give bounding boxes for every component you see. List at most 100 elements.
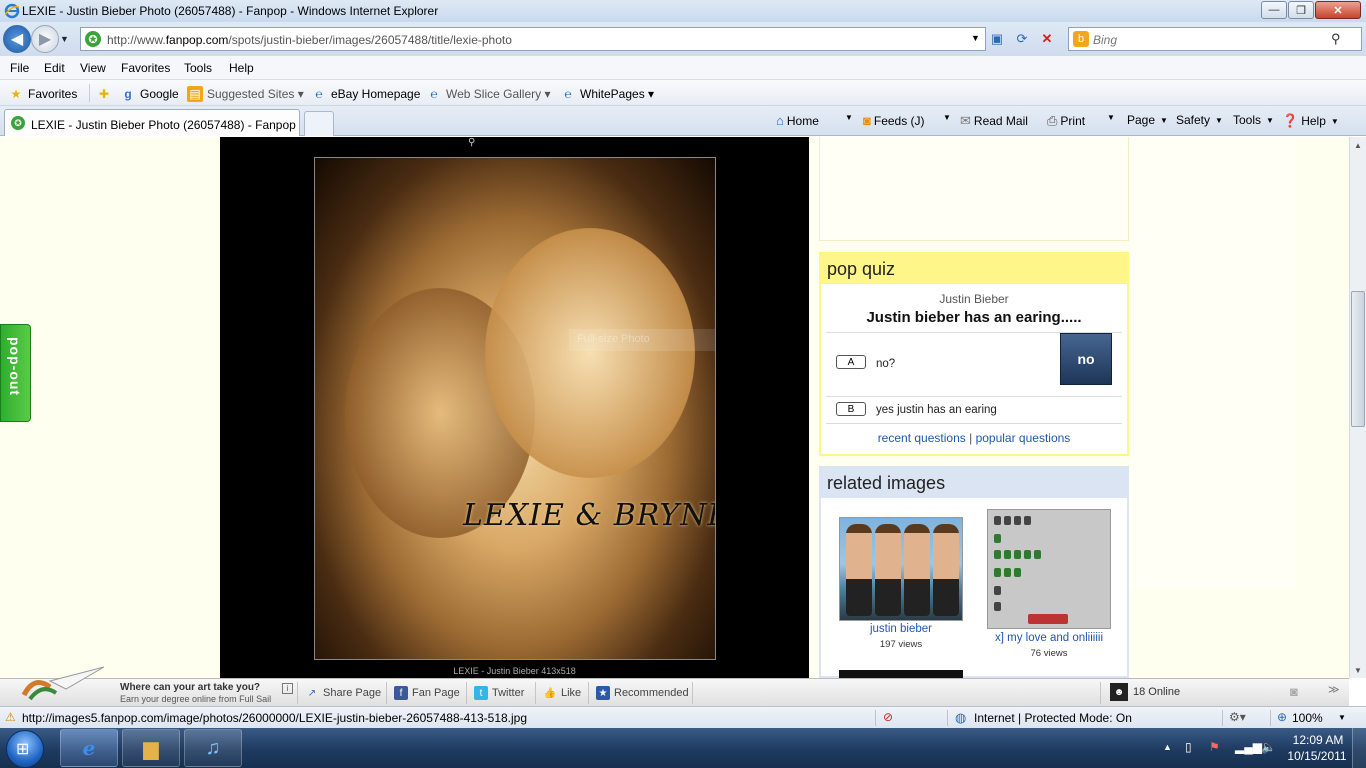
action-center-icon[interactable]: ⚑ [1209, 740, 1220, 754]
thumb-sprite [1024, 550, 1031, 559]
compatibility-view-icon[interactable]: ▣ [988, 30, 1006, 48]
share-page-button[interactable]: ↗ Share Page [305, 686, 381, 700]
maximize-button[interactable]: ❐ [1288, 1, 1314, 19]
fav-google[interactable]: g Google [120, 86, 178, 102]
show-desktop-button[interactable] [1352, 728, 1366, 768]
clock-date[interactable]: 10/15/2011 [1282, 749, 1352, 763]
answer-b-text[interactable]: yes justin has an earing [876, 404, 997, 416]
home-button[interactable]: ⌂ Home [776, 113, 819, 128]
related-image-thumb[interactable] [839, 517, 963, 621]
ad-info-icon[interactable]: i [282, 683, 293, 694]
feeds-dropdown-icon[interactable]: ▼ [941, 113, 951, 122]
show-hidden-icons-arrow-icon[interactable]: ▲ [1163, 742, 1172, 752]
minimize-button[interactable]: — [1261, 1, 1287, 19]
stop-icon[interactable]: ✕ [1038, 30, 1056, 48]
feeds-button[interactable]: ◙ Feeds (J) [863, 113, 925, 128]
online-count[interactable]: 18 Online [1133, 686, 1180, 698]
zoom-dropdown-icon[interactable]: ▼ [1338, 713, 1346, 722]
fav-ebay-homepage[interactable]: ℮ eBay Homepage [311, 86, 420, 102]
taskbar-internet-explorer[interactable]: e [60, 729, 118, 767]
thumb-sprite [1004, 550, 1011, 559]
search-input[interactable]: Bing [1093, 33, 1117, 47]
window-title-bar[interactable]: LEXIE - Justin Bieber Photo (26057488) -… [0, 0, 1366, 22]
back-button[interactable]: ◀ [3, 25, 31, 53]
recommended-button[interactable]: ★ Recommended [596, 686, 689, 700]
menu-file[interactable]: File [10, 61, 29, 75]
popup-blocker-icon[interactable]: ⊘ [883, 710, 893, 724]
refresh-icon[interactable]: ⟳ [1013, 30, 1031, 48]
read-mail-button[interactable]: ✉ Read Mail [960, 113, 1028, 129]
pop-out-tab[interactable]: pop-out [0, 324, 31, 422]
related-image-thumb[interactable] [839, 670, 963, 678]
menu-tools[interactable]: Tools [184, 61, 212, 75]
volume-icon[interactable]: 🔈 [1261, 740, 1276, 754]
related-image-title[interactable]: x] my love and onliiiiii [979, 632, 1119, 644]
divider [875, 710, 876, 726]
print-dropdown-icon[interactable]: ▼ [1105, 113, 1115, 122]
full-size-photo-overlay[interactable]: Full-size Photo [569, 329, 715, 351]
related-image-views: 197 views [879, 639, 923, 650]
favorites-button[interactable]: ★ Favorites [8, 86, 78, 102]
fav-suggested-sites[interactable]: ▤ Suggested Sites ▾ [187, 86, 304, 102]
page-menu-button[interactable]: Page ▼ [1127, 113, 1168, 127]
collapse-chevron-icon[interactable]: ≫ [1328, 683, 1340, 696]
search-box[interactable]: b Bing ⚲ [1068, 27, 1362, 51]
network-signal-icon[interactable]: ▂▄▆ [1235, 740, 1262, 754]
related-image-thumb[interactable] [987, 509, 1111, 629]
scroll-down-arrow-icon[interactable]: ▼ [1350, 662, 1366, 678]
zoom-level[interactable]: 100% [1292, 711, 1323, 725]
related-image-title[interactable]: justin bieber [839, 623, 963, 635]
tab-active[interactable]: ✪ LEXIE - Justin Bieber Photo (26057488)… [4, 109, 300, 136]
menu-view[interactable]: View [80, 61, 106, 75]
fav-whitepages[interactable]: ℮ WhitePages ▾ [560, 86, 654, 102]
address-bar[interactable]: ✪ http://www.fanpop.com/spots/justin-bie… [80, 27, 986, 51]
recent-pages-dropdown-icon[interactable]: ▼ [60, 34, 69, 44]
selected-answer-button[interactable]: no [1060, 333, 1112, 385]
thumb-sprite [994, 586, 1001, 595]
search-icon[interactable]: ⚲ [1331, 31, 1341, 47]
twitter-button[interactable]: t Twitter [474, 686, 524, 700]
device-tray-icon[interactable]: ▯ [1185, 740, 1192, 754]
print-button[interactable]: ⎙ Print [1047, 113, 1085, 129]
address-url[interactable]: http://www.fanpop.com/spots/justin-biebe… [107, 33, 512, 47]
start-button[interactable]: ⊞ [6, 730, 44, 768]
forward-button[interactable]: ▶ [31, 25, 59, 53]
help-menu-button[interactable]: ❓ Help ▼ [1282, 113, 1339, 129]
fav-web-slice-gallery[interactable]: ℮ Web Slice Gallery ▾ [426, 86, 550, 102]
new-tab-button[interactable] [304, 111, 334, 136]
clock-time[interactable]: 12:09 AM [1288, 733, 1348, 747]
menu-help[interactable]: Help [229, 61, 254, 75]
rss-icon[interactable]: ◙ [1290, 684, 1298, 699]
protected-mode-icon[interactable]: ⚙▾ [1229, 710, 1246, 724]
add-to-favorites-icon[interactable]: ✚ [96, 86, 112, 102]
ad-subtitle[interactable]: Earn your degree online from Full Sail [120, 694, 271, 704]
zoom-icon: ⚲ [468, 137, 476, 148]
recent-questions-link[interactable]: recent questions [878, 431, 966, 445]
forward-arrow-icon: ▶ [38, 31, 52, 48]
vertical-scrollbar[interactable]: ▲ ▼ [1349, 137, 1366, 678]
close-window-button[interactable]: ✕ [1315, 1, 1361, 19]
scroll-thumb[interactable] [1351, 291, 1365, 427]
scroll-up-arrow-icon[interactable]: ▲ [1350, 137, 1366, 153]
taskbar-windows-explorer[interactable]: ▆ [122, 729, 180, 767]
home-dropdown-icon[interactable]: ▼ [843, 113, 853, 122]
answer-a-text[interactable]: no? [876, 358, 895, 370]
online-users-icon: ☻ [1110, 683, 1128, 701]
popular-questions-link[interactable]: popular questions [976, 431, 1071, 445]
photo-face-right [485, 228, 695, 478]
main-photo[interactable]: Full-size Photo LEXIE & BRYNLEE [314, 157, 716, 660]
ad-title[interactable]: Where can your art take you? [120, 682, 260, 693]
security-zone[interactable]: Internet | Protected Mode: On [974, 711, 1132, 725]
tools-menu-button[interactable]: Tools ▼ [1233, 113, 1274, 127]
menu-edit[interactable]: Edit [44, 61, 65, 75]
fan-page-button[interactable]: f Fan Page [394, 686, 460, 700]
answer-a-badge[interactable]: A [836, 355, 866, 369]
warning-icon[interactable]: ⚠ [5, 710, 16, 724]
full-sail-ad-logo[interactable] [20, 665, 106, 705]
address-dropdown-icon[interactable]: ▼ [971, 33, 980, 43]
answer-b-badge[interactable]: B [836, 402, 866, 416]
like-button[interactable]: 👍 Like [543, 686, 581, 700]
taskbar-itunes[interactable]: ♫ [184, 729, 242, 767]
menu-favorites[interactable]: Favorites [121, 61, 170, 75]
safety-menu-button[interactable]: Safety ▼ [1176, 113, 1223, 127]
